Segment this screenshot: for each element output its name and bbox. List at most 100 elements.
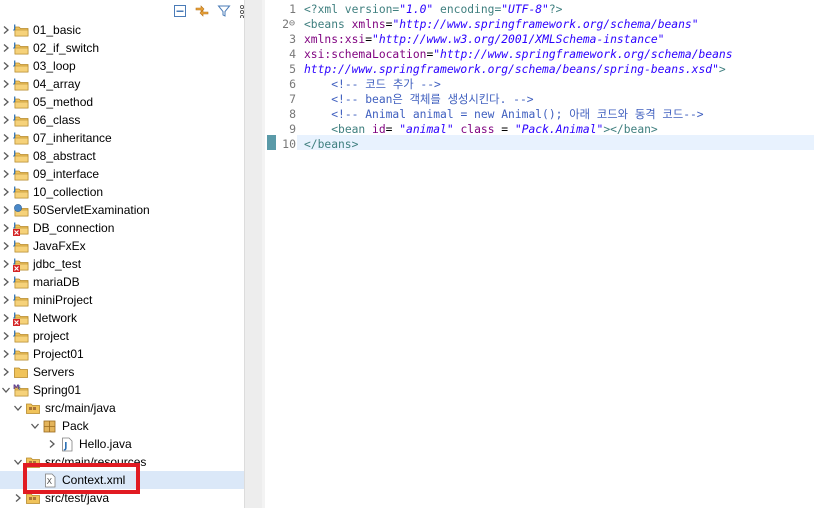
tree-item-label: Hello.java	[79, 437, 132, 451]
tree-item-javafxex[interactable]: J JavaFxEx	[0, 237, 244, 255]
chevron-down-icon[interactable]	[12, 453, 24, 471]
chevron-right-icon[interactable]	[0, 309, 12, 327]
chevron-right-icon[interactable]	[0, 111, 12, 129]
tree-item-label: 08_abstract	[33, 149, 96, 163]
project-icon: J	[12, 147, 30, 165]
link-with-editor-icon[interactable]	[194, 3, 210, 19]
tree-item-label: src/main/java	[45, 401, 116, 415]
tree-item-project[interactable]: Jproject	[0, 327, 244, 345]
chevron-right-icon[interactable]	[0, 147, 12, 165]
tree-item-06-class[interactable]: J 06_class	[0, 111, 244, 129]
chevron-right-icon[interactable]	[0, 57, 12, 75]
code-line[interactable]: <!-- 코드 추가 -->	[304, 77, 441, 92]
tree-item-jdbc-test[interactable]: Jjdbc_test	[0, 255, 244, 273]
chevron-right-icon[interactable]	[0, 273, 12, 291]
code-token-com: <!-- 코드 추가 -->	[331, 78, 441, 91]
code-line[interactable]: <!-- bean은 객체를 생성시킨다. -->	[304, 92, 533, 107]
svg-text:J: J	[13, 59, 16, 67]
code-line[interactable]: xmlns:xsi="http://www.w3.org/2001/XMLSch…	[304, 32, 665, 47]
tree-item-label: 09_interface	[33, 167, 100, 181]
fold-collapse-icon[interactable]: ⊖	[289, 18, 295, 29]
tree-item-mariadb[interactable]: JmariaDB	[0, 273, 244, 291]
code-token-val: "UTF-8"	[501, 3, 549, 16]
code-token-pi: <?xml version=	[304, 3, 400, 16]
tree-item-label: src/test/java	[45, 491, 110, 505]
tree-item-spring01[interactable]: M J Spring01	[0, 381, 244, 399]
project-icon: J	[12, 75, 30, 93]
code-line[interactable]: http://www.springframework.org/schema/be…	[304, 62, 726, 77]
code-line[interactable]: <bean id= "animal" class = "Pack.Animal"…	[304, 122, 658, 137]
tree-item-context-xml[interactable]: X Context.xml	[0, 471, 244, 489]
chevron-right-icon[interactable]	[12, 489, 24, 507]
chevron-right-icon[interactable]	[0, 39, 12, 57]
chevron-right-icon[interactable]	[0, 21, 12, 39]
code-token-tag: >	[718, 63, 726, 76]
chevron-down-icon[interactable]	[12, 399, 24, 417]
tree-item-04-array[interactable]: J 04_array	[0, 75, 244, 93]
project-icon: J	[12, 327, 30, 345]
project-icon: J	[12, 291, 30, 309]
tree-item-label: 06_class	[33, 113, 81, 127]
tree-item-01-basic[interactable]: J 01_basic	[0, 21, 244, 39]
filter-icon[interactable]	[216, 3, 232, 19]
code-token-attr: xmlns:xsi	[304, 33, 366, 46]
tree-item-pack[interactable]: Pack	[0, 417, 244, 435]
chevron-right-icon[interactable]	[0, 345, 12, 363]
code-line[interactable]: <beans xmlns="http://www.springframework…	[304, 17, 699, 32]
svg-text:J: J	[13, 95, 16, 103]
tree-item-07-inheritance[interactable]: J 07_inheritance	[0, 129, 244, 147]
chevron-right-icon[interactable]	[0, 93, 12, 111]
tree-item-src-main-java[interactable]: src/main/java	[0, 399, 244, 417]
code-line[interactable]: <?xml version="1.0" encoding="UTF-8"?>	[304, 2, 562, 17]
tree-item-network[interactable]: J Network	[0, 309, 244, 327]
tree-item-50servletexamination[interactable]: 50ServletExamination	[0, 201, 244, 219]
tree-item-label: 05_method	[33, 95, 94, 109]
code-token-tag: <beans	[304, 18, 352, 31]
code-line[interactable]: xsi:schemaLocation="http://www.springfra…	[304, 47, 733, 62]
project-icon: J	[12, 273, 30, 291]
tree-item-src-main-resources[interactable]: src/main/resources	[0, 453, 244, 471]
project-icon: J	[12, 21, 30, 39]
explorer-scrollbar-area[interactable]	[244, 0, 262, 508]
package-icon	[41, 417, 59, 435]
tree-item-label: DB_connection	[33, 221, 115, 235]
svg-text:J: J	[13, 239, 16, 247]
tree-item-servers[interactable]: Servers	[0, 363, 244, 381]
chevron-right-icon[interactable]	[0, 237, 12, 255]
project-icon: J	[12, 111, 30, 129]
chevron-right-icon[interactable]	[0, 201, 12, 219]
tree-item-08-abstract[interactable]: J 08_abstract	[0, 147, 244, 165]
chevron-right-icon[interactable]	[0, 327, 12, 345]
tree-item-label: 50ServletExamination	[33, 203, 150, 217]
line-number-ruler: ⊖ 1 2 3 4 5 6 7 8 9 10	[265, 0, 297, 508]
svg-text:J: J	[13, 131, 16, 139]
chevron-right-icon[interactable]	[0, 219, 12, 237]
tree-item-hello-java[interactable]: J Hello.java	[0, 435, 244, 453]
tree-item-03-loop[interactable]: J 03_loop	[0, 57, 244, 75]
chevron-right-icon[interactable]	[0, 363, 12, 381]
tree-item-05-method[interactable]: J 05_method	[0, 93, 244, 111]
code-line[interactable]: </beans>	[304, 137, 358, 152]
chevron-right-icon[interactable]	[0, 165, 12, 183]
xml-editor[interactable]: ⊖ 1 2 3 4 5 6 7 8 9 10 <?xml version="1.0" encodi…	[265, 0, 814, 508]
code-line[interactable]: <!-- Animal animal = new Animal(); 아래 코드…	[304, 107, 703, 122]
code-token-pi: ?>	[548, 3, 563, 16]
tree-item-miniproject[interactable]: JminiProject	[0, 291, 244, 309]
tree-item-09-interface[interactable]: J 09_interface	[0, 165, 244, 183]
chevron-right-icon[interactable]	[0, 291, 12, 309]
tree-item-10-collection[interactable]: J 10_collection	[0, 183, 244, 201]
chevron-right-icon[interactable]	[0, 255, 12, 273]
tree-item-project01[interactable]: J Project01	[0, 345, 244, 363]
chevron-right-icon[interactable]	[0, 129, 12, 147]
tree-item-src-test-java[interactable]: src/test/java	[0, 489, 244, 507]
collapse-all-icon[interactable]	[172, 3, 188, 19]
chevron-right-icon[interactable]	[0, 75, 12, 93]
code-token-txt: =	[365, 33, 373, 46]
chevron-down-icon[interactable]	[0, 381, 12, 399]
tree-item-db-connection[interactable]: J DB_connection	[0, 219, 244, 237]
chevron-right-icon[interactable]	[46, 435, 58, 453]
tree-item-02-if-switch[interactable]: J 02_if_switch	[0, 39, 244, 57]
chevron-down-icon[interactable]	[29, 417, 41, 435]
chevron-right-icon[interactable]	[0, 183, 12, 201]
